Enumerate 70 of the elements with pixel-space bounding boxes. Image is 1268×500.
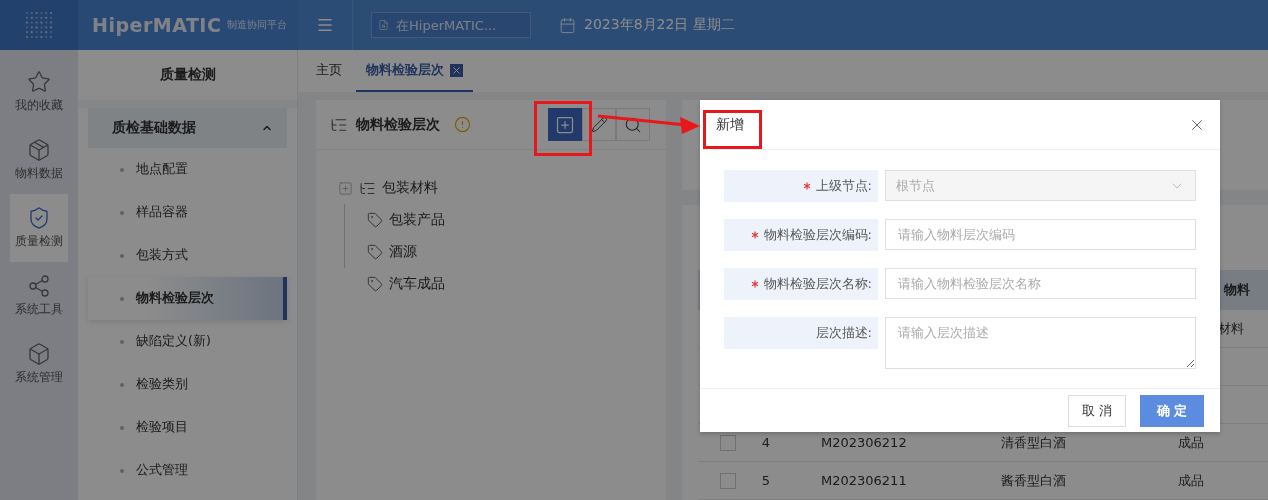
- star-icon: [27, 70, 51, 94]
- table-cell-text: 4: [760, 435, 772, 450]
- cancel-button[interactable]: 取 消: [1068, 394, 1126, 427]
- field-label: 层次描述:: [724, 317, 878, 349]
- field-label: 物料检验层次名称:: [724, 268, 878, 300]
- add-button[interactable]: [548, 108, 582, 141]
- expand-icon[interactable]: [338, 180, 353, 196]
- warning-icon: [454, 116, 471, 133]
- tab[interactable]: 物料检验层次: [356, 50, 473, 92]
- table-cell-text: M202306211: [821, 473, 908, 488]
- tree-node[interactable]: 包装产品: [361, 204, 666, 236]
- search-field[interactable]: 在HiperMATIC...: [371, 12, 531, 38]
- row-checkbox[interactable]: [720, 434, 736, 451]
- panel-title: 物料检验层次: [356, 115, 440, 134]
- tree-node[interactable]: 汽车成品: [361, 268, 666, 300]
- rail-item[interactable]: 质量检测: [10, 194, 68, 262]
- close-icon[interactable]: [450, 63, 463, 77]
- table-cell-text: 5: [760, 473, 772, 488]
- calendar-icon: [559, 16, 576, 34]
- table-cell-text: 成品: [1178, 433, 1205, 452]
- nodes-icon: [27, 274, 51, 298]
- pencil-icon: [590, 116, 608, 133]
- rail-item[interactable]: 系统管理: [10, 330, 68, 398]
- rail-item[interactable]: 我的收藏: [10, 58, 68, 126]
- brand-subtitle: 制造协同平台: [227, 18, 288, 32]
- menu-item[interactable]: 检验项目: [88, 406, 287, 449]
- shield-icon: [27, 206, 51, 230]
- menu-item[interactable]: 样品容器: [88, 191, 287, 234]
- highlight-frame: [534, 101, 592, 156]
- menu-title: 质量检测: [159, 66, 216, 84]
- menu-item[interactable]: 包装方式: [88, 234, 287, 277]
- tab[interactable]: 主页: [306, 50, 352, 92]
- menu-icon[interactable]: [316, 16, 334, 34]
- required-icon: [802, 182, 811, 190]
- description-field[interactable]: 请输入层次描述: [885, 317, 1196, 369]
- input-field[interactable]: 请输入物料检验层次名称: [885, 268, 1196, 299]
- table-cell-text: 酱香型白酒: [1001, 471, 1067, 490]
- required-icon: [750, 280, 759, 288]
- add-icon: [555, 114, 575, 135]
- tag-icon: [367, 212, 383, 228]
- search-button[interactable]: [616, 108, 650, 141]
- rail-item[interactable]: 系统工具: [10, 262, 68, 330]
- tree-node[interactable]: 包装材料: [338, 172, 666, 204]
- date-text: 2023年8月22日 星期二: [584, 16, 735, 34]
- menu-item[interactable]: 检验类别: [88, 363, 287, 406]
- table-cell-text: M202306212: [821, 435, 908, 450]
- required-icon: [750, 231, 759, 239]
- tree-node[interactable]: 酒源: [361, 236, 666, 268]
- tag-icon: [367, 244, 383, 260]
- dialog-title: 新增: [716, 115, 744, 134]
- table-cell-text: 清香型白酒: [1001, 433, 1067, 452]
- menu-item[interactable]: 物料检验层次: [88, 277, 287, 320]
- field-label: 物料检验层次编码:: [724, 219, 878, 251]
- menu-item[interactable]: 地点配置: [88, 148, 287, 191]
- menu-item[interactable]: 缺陷定义(新): [88, 320, 287, 363]
- search-icon: [378, 17, 389, 33]
- cube-icon: [27, 342, 51, 366]
- rail-item[interactable]: 物料数据: [10, 126, 68, 194]
- box-icon: [27, 138, 51, 162]
- table-cell-text: 成品: [1178, 471, 1205, 490]
- input-field[interactable]: 请输入物料层次编码: [885, 219, 1196, 250]
- row-checkbox[interactable]: [720, 472, 736, 489]
- dot-grid-logo: [24, 10, 54, 40]
- menu-item[interactable]: 公式管理: [88, 449, 287, 492]
- highlight-frame: [703, 110, 762, 149]
- menu-group[interactable]: 质检基础数据: [88, 108, 287, 148]
- field-label: 上级节点:: [724, 170, 878, 202]
- brand-name: HiperMATIC: [92, 14, 222, 36]
- tag-icon: [367, 276, 383, 292]
- confirm-button[interactable]: 确 定: [1140, 394, 1204, 427]
